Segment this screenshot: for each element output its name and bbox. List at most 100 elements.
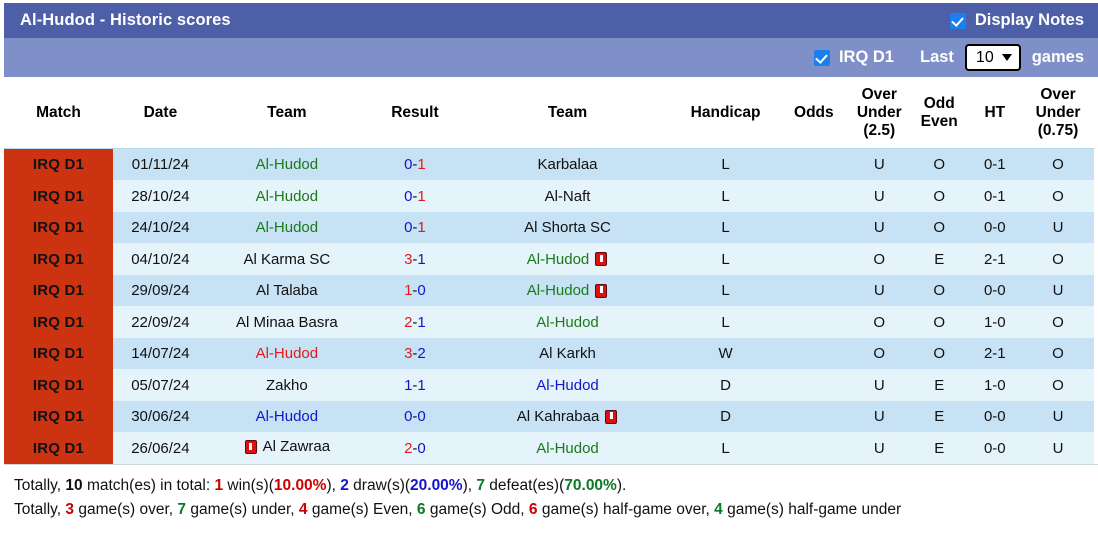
score-away: 1: [417, 313, 426, 331]
col-header-odd-even[interactable]: Odd Even: [910, 77, 968, 150]
team-name: Al Karkh: [539, 345, 596, 363]
historic-scores-table: Match Date Team Result Team Handicap Odd…: [4, 77, 1094, 464]
table-row[interactable]: IRQ D1 28/10/24 Al-Hudod 0-1 Al-Naft L U O 0-1 O: [4, 180, 1094, 212]
page-title: Al-Hudod - Historic scores: [20, 11, 231, 29]
cell-ht: 0-0: [967, 274, 1023, 307]
cell-odd-even: O: [910, 306, 968, 338]
cell-date: 29/09/24: [113, 274, 208, 307]
cell-away-team[interactable]: Karbalaa: [463, 148, 672, 181]
col-header-oddeven-l1: Odd: [923, 94, 955, 112]
cell-result[interactable]: 3-2: [365, 337, 464, 370]
cell-result[interactable]: 1-0: [365, 274, 464, 307]
cell-away-team[interactable]: Al Shorta SC: [463, 211, 672, 244]
cell-odds: [780, 369, 848, 401]
league-filter-checkbox[interactable]: [813, 49, 830, 66]
table-body: IRQ D1 01/11/24 Al-Hudod 0-1 Karbalaa L U O 0-1 O…: [4, 148, 1094, 464]
summary-footer: Totally, 10 match(es) in total: 1 win(s)…: [4, 463, 1098, 523]
team-name: Al Kahrabaa: [516, 408, 600, 426]
cell-home-team[interactable]: Al-Hudod: [207, 180, 366, 212]
col-header-over-under-075[interactable]: Over Under (0.75): [1022, 77, 1094, 150]
cell-odds: [780, 243, 848, 275]
cell-date: 01/11/24: [113, 148, 208, 181]
col-header-date[interactable]: Date: [113, 77, 208, 150]
filter-bar: IRQ D1 Last 10 games: [0, 38, 1098, 77]
cell-odd-even: O: [910, 211, 968, 244]
cell-away-team[interactable]: Al-Hudod: [463, 369, 672, 401]
table-row[interactable]: IRQ D1 30/06/24 Al-Hudod 0-0 Al Kahrabaa D U E 0…: [4, 400, 1094, 433]
cell-ht: 2-1: [967, 337, 1023, 370]
cell-home-team[interactable]: Al-Hudod: [207, 148, 366, 181]
cell-away-team[interactable]: Al Kahrabaa: [463, 400, 672, 433]
table-row[interactable]: IRQ D1 14/07/24 Al-Hudod 3-2 Al Karkh W O O 2-1 O: [4, 337, 1094, 370]
cell-away-team[interactable]: Al-Hudod: [463, 243, 672, 275]
col-header-match[interactable]: Match: [4, 77, 113, 150]
cell-handicap: L: [671, 148, 781, 181]
cell-result[interactable]: 2-1: [365, 306, 464, 338]
score-away: 1: [417, 187, 426, 205]
score-away: 0: [417, 282, 426, 300]
cell-home-team[interactable]: Al-Hudod: [207, 400, 366, 433]
league-filter-control[interactable]: IRQ D1: [813, 48, 894, 67]
panel-title-bar: Al-Hudod - Historic scores Display Notes: [0, 0, 1098, 38]
cell-away-team[interactable]: Al-Hudod: [463, 306, 672, 338]
table-row[interactable]: IRQ D1 24/10/24 Al-Hudod 0-1 Al Shorta SC L U O…: [4, 211, 1094, 244]
cell-home-team[interactable]: Al Zawraa: [207, 432, 366, 464]
cell-over-under-075: O: [1022, 337, 1094, 370]
team-name: Al-Hudod: [526, 250, 590, 268]
table-row[interactable]: IRQ D1 01/11/24 Al-Hudod 0-1 Karbalaa L U O 0-1 O: [4, 148, 1094, 181]
cell-date: 24/10/24: [113, 211, 208, 244]
cell-result[interactable]: 0-1: [365, 180, 464, 212]
cell-result[interactable]: 3-1: [365, 243, 464, 275]
summary-l2-t2: game(s) under,: [186, 501, 299, 519]
table-row[interactable]: IRQ D1 22/09/24 Al Minaa Basra 2-1 Al-Hudod L…: [4, 306, 1094, 338]
cell-away-team[interactable]: Al-Hudod: [463, 274, 672, 307]
table-row[interactable]: IRQ D1 05/07/24 Zakho 1-1 Al-Hudod D U E 1-0 O: [4, 369, 1094, 401]
display-notes-control[interactable]: Display Notes: [949, 11, 1084, 30]
team-name: Al-Hudod: [255, 219, 319, 237]
cell-away-team[interactable]: Al Karkh: [463, 337, 672, 370]
cell-odds: [780, 400, 848, 433]
cell-result[interactable]: 1-1: [365, 369, 464, 401]
table-row[interactable]: IRQ D1 26/06/24 Al Zawraa 2-0 Al-Hudod L U E 0-0…: [4, 432, 1094, 464]
col-header-away-team[interactable]: Team: [463, 77, 672, 150]
score-away: 1: [417, 250, 426, 268]
col-header-ht[interactable]: HT: [967, 77, 1023, 150]
games-count-select[interactable]: 10: [964, 44, 1021, 71]
cell-over-under-25: U: [847, 211, 911, 244]
cell-over-under-25: U: [847, 148, 911, 181]
cell-result[interactable]: 0-1: [365, 148, 464, 181]
col-header-result[interactable]: Result: [365, 77, 464, 150]
cell-odds: [780, 306, 848, 338]
cell-result[interactable]: 0-1: [365, 211, 464, 244]
cell-over-under-25: U: [847, 400, 911, 433]
col-header-handicap[interactable]: Handicap: [671, 77, 781, 150]
cell-home-team[interactable]: Al Karma SC: [207, 243, 366, 275]
cell-result[interactable]: 2-0: [365, 432, 464, 464]
col-header-ou25-l1: Over: [861, 86, 897, 103]
cell-result[interactable]: 0-0: [365, 400, 464, 433]
col-header-over-under-25[interactable]: Over Under (2.5): [847, 77, 911, 150]
cell-odds: [780, 432, 848, 464]
summary-half-under: 4: [714, 501, 723, 519]
cell-home-team[interactable]: Al-Hudod: [207, 211, 366, 244]
cell-league: IRQ D1: [4, 400, 113, 433]
cell-away-team[interactable]: Al-Hudod: [463, 432, 672, 464]
cell-home-team[interactable]: Zakho: [207, 369, 366, 401]
last-games-control[interactable]: Last 10 games: [920, 44, 1084, 71]
cell-handicap: L: [671, 274, 781, 307]
col-header-odds[interactable]: Odds: [780, 77, 848, 150]
col-header-ou25-l2: Under: [856, 103, 902, 121]
cell-league: IRQ D1: [4, 369, 113, 401]
team-name: Al Talaba: [256, 282, 318, 300]
table-row[interactable]: IRQ D1 04/10/24 Al Karma SC 3-1 Al-Hudod L O E 2…: [4, 243, 1094, 275]
score-away: 0: [417, 439, 426, 457]
cell-over-under-25: U: [847, 274, 911, 307]
display-notes-checkbox[interactable]: [949, 12, 966, 29]
red-card-icon: [605, 409, 618, 424]
cell-home-team[interactable]: Al-Hudod: [207, 337, 366, 370]
cell-home-team[interactable]: Al Minaa Basra: [207, 306, 366, 338]
cell-away-team[interactable]: Al-Naft: [463, 180, 672, 212]
table-row[interactable]: IRQ D1 29/09/24 Al Talaba 1-0 Al-Hudod L U O 0-0…: [4, 274, 1094, 307]
col-header-home-team[interactable]: Team: [207, 77, 366, 150]
cell-home-team[interactable]: Al Talaba: [207, 274, 366, 307]
